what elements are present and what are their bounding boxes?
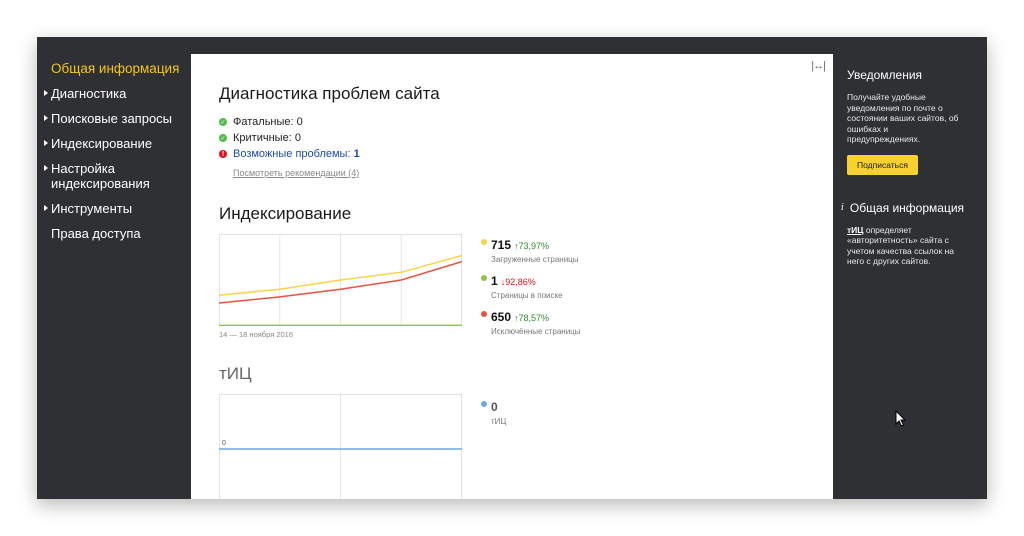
diagnostics-list: ✓ Фатальные: 0 ✓ Критичные: 0 ! Возможны… — [219, 114, 360, 162]
info-title-row: i Общая информация — [841, 200, 975, 215]
critical-label: Критичные: — [233, 132, 292, 144]
expand-horizontal-icon[interactable]: |↔| — [811, 60, 826, 72]
diagnostics-fatal-row: ✓ Фатальные: 0 — [219, 114, 360, 130]
legend-label: Загруженные страницы — [491, 255, 579, 264]
legend-label: Исключённые страницы — [491, 327, 581, 336]
tic-title: тИЦ — [219, 364, 252, 383]
sidebar-item-indexing[interactable]: Индексирование — [37, 136, 187, 151]
legend-value: 0 — [491, 400, 498, 414]
diagnostics-title: Диагностика проблем сайта — [219, 84, 440, 103]
sidebar: Общая информация Диагностика Поисковые з… — [37, 37, 191, 499]
legend-value: 1 — [491, 274, 498, 288]
legend-delta: ↑73,97% — [514, 241, 550, 251]
possible-count: 1 — [353, 148, 360, 160]
legend-dot — [481, 311, 487, 317]
legend-delta: ↑78,57% — [514, 313, 550, 323]
legend-value: 650 — [491, 310, 512, 324]
sidebar-item-label: Инструменты — [51, 201, 133, 216]
info-description: определяет «авторитетность» сайта с учет… — [847, 224, 955, 267]
info-title: Общая информация — [849, 200, 965, 215]
tic-chart: 0 — [219, 394, 462, 499]
sidebar-item-general-info[interactable]: Общая информация — [37, 61, 187, 76]
chart-tick-label: 0 — [222, 440, 226, 447]
tic-legend: 0 тИЦ — [481, 398, 506, 434]
sidebar-item-label: Общая информация — [51, 61, 180, 76]
sidebar-item-label: Настройка индексирования — [51, 161, 150, 191]
sidebar-item-label: Права доступа — [51, 226, 141, 241]
triangle-right-icon — [44, 90, 48, 96]
legend-label: Страницы в поиске — [491, 291, 563, 300]
legend-label: тИЦ — [491, 417, 507, 426]
app-window: Общая информация Диагностика Поисковые з… — [37, 37, 987, 499]
mouse-cursor-icon — [895, 410, 907, 427]
info-text: тИЦ определяет «авторитетность» сайта с … — [847, 225, 965, 267]
info-icon: i — [841, 202, 844, 213]
sidebar-item-label: Поисковые запросы — [51, 111, 173, 126]
triangle-right-icon — [44, 205, 48, 211]
critical-count: 0 — [294, 132, 301, 144]
check-circle-icon: ✓ — [219, 134, 227, 142]
sidebar-item-search-queries[interactable]: Поисковые запросы — [37, 111, 187, 126]
legend-dot — [481, 239, 487, 245]
legend-item-loaded: 715 ↑73,97% Загруженные страницы — [481, 236, 581, 264]
right-panel: Уведомления Получайте удобные уведомлени… — [833, 54, 987, 499]
notifications-title: Уведомления — [847, 68, 923, 82]
triangle-right-icon — [44, 140, 48, 146]
check-circle-icon: ✓ — [219, 118, 227, 126]
possible-problems-link[interactable]: Возможные проблемы: 1 — [233, 148, 360, 160]
legend-dot — [481, 275, 487, 281]
tic-link[interactable]: тИЦ — [847, 225, 863, 235]
legend-item-tic: 0 тИЦ — [481, 398, 506, 426]
indexing-chart — [219, 234, 462, 326]
legend-item-in-search: 1 ↓92,86% Страницы в поиске — [481, 272, 581, 300]
alert-circle-icon: ! — [219, 150, 227, 158]
sidebar-item-label: Индексирование — [51, 136, 153, 151]
legend-value: 715 — [491, 238, 512, 252]
sidebar-item-access-rights[interactable]: Права доступа — [37, 226, 187, 241]
possible-label: Возможные проблемы: — [233, 148, 351, 160]
legend-item-excluded: 650 ↑78,57% Исключённые страницы — [481, 308, 581, 336]
legend-delta: ↓92,86% — [500, 277, 536, 287]
sidebar-item-label: Диагностика — [51, 86, 127, 101]
fatal-count: 0 — [296, 116, 303, 128]
fatal-label: Фатальные: — [233, 116, 294, 128]
indexing-date-range: 14 — 18 ноября 2016 — [219, 330, 294, 339]
legend-dot — [481, 401, 487, 407]
indexing-legend: 715 ↑73,97% Загруженные страницы 1 ↓92,86%… — [481, 236, 581, 344]
diagnostics-possible-row: ! Возможные проблемы: 1 — [219, 146, 360, 162]
recommendations-link[interactable]: Посмотреть рекомендации (4) — [233, 168, 359, 178]
triangle-right-icon — [44, 115, 48, 121]
sidebar-item-tools[interactable]: Инструменты — [37, 201, 187, 216]
indexing-title: Индексирование — [219, 204, 352, 223]
subscribe-button[interactable]: Подписаться — [847, 154, 918, 175]
triangle-right-icon — [44, 165, 48, 171]
notifications-text: Получайте удобные уведомления по почте о… — [847, 92, 959, 144]
sidebar-item-diagnostics[interactable]: Диагностика — [37, 86, 187, 101]
sidebar-item-indexing-settings[interactable]: Настройка индексирования — [37, 161, 150, 191]
diagnostics-critical-row: ✓ Критичные: 0 — [219, 130, 360, 146]
main-content: |↔| Диагностика проблем сайта ✓ Фатальны… — [191, 54, 833, 499]
